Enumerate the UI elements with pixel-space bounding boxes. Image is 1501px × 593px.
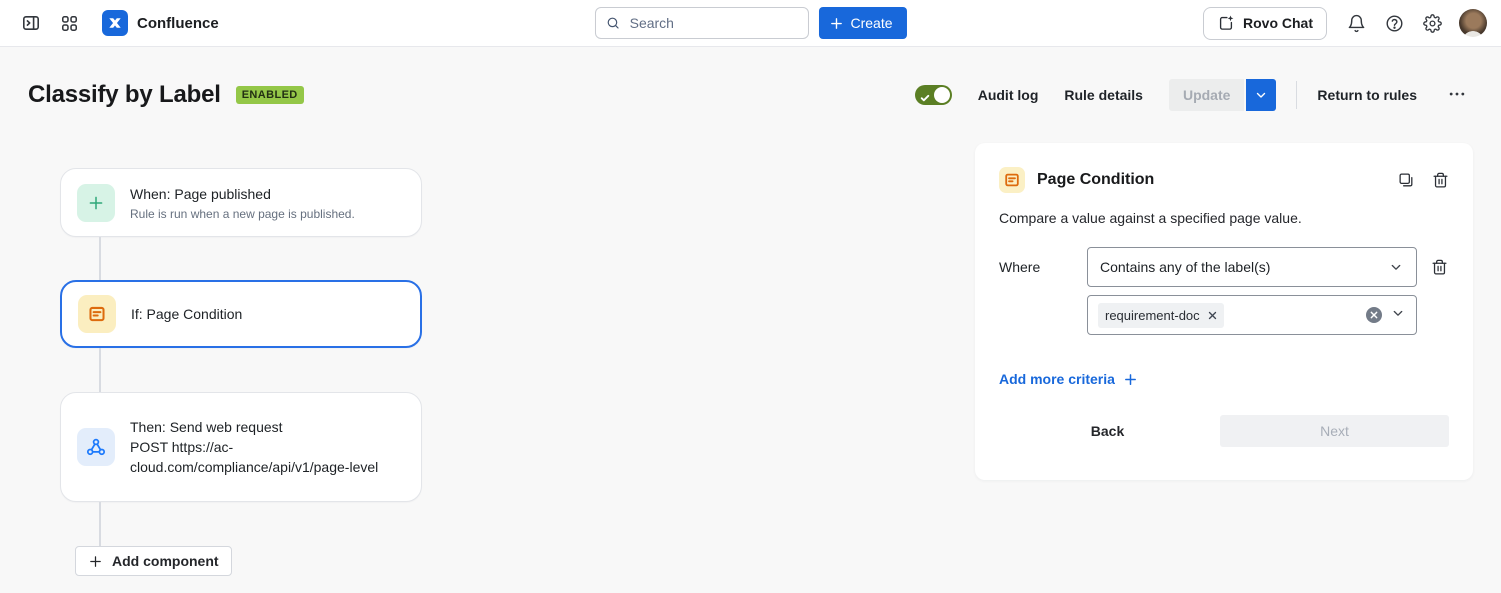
add-component-label: Add component bbox=[112, 553, 219, 569]
update-dropdown-button[interactable] bbox=[1246, 79, 1276, 111]
plus-icon bbox=[828, 16, 843, 31]
help-button[interactable] bbox=[1377, 7, 1411, 39]
next-button[interactable]: Next bbox=[1220, 415, 1449, 447]
create-button[interactable]: Create bbox=[818, 7, 906, 39]
update-button[interactable]: Update bbox=[1169, 79, 1244, 111]
action-description: POST https://ac-cloud.com/compliance/api… bbox=[130, 437, 400, 477]
confluence-logo-icon bbox=[102, 10, 128, 36]
connector-line bbox=[99, 502, 101, 547]
add-more-criteria-label: Add more criteria bbox=[999, 371, 1115, 387]
rovo-chat-button[interactable]: Rovo Chat bbox=[1203, 7, 1327, 40]
return-to-rules-button[interactable]: Return to rules bbox=[1317, 87, 1417, 103]
trigger-title: When: Page published bbox=[130, 184, 355, 204]
confluence-home-link[interactable]: Confluence bbox=[102, 10, 219, 36]
where-label: Where bbox=[999, 247, 1087, 335]
audit-log-button[interactable]: Audit log bbox=[978, 87, 1039, 103]
trash-icon bbox=[1431, 259, 1448, 276]
app-name: Confluence bbox=[137, 15, 219, 32]
label-chip: requirement-doc bbox=[1098, 303, 1224, 328]
clear-icon bbox=[1370, 311, 1378, 319]
search-input[interactable] bbox=[628, 14, 798, 32]
panel-actions bbox=[1398, 172, 1449, 189]
clear-all-button[interactable] bbox=[1366, 307, 1382, 323]
rule-title-group: Classify by Label ENABLED bbox=[28, 81, 304, 109]
rule-details-button[interactable]: Rule details bbox=[1064, 87, 1143, 103]
gear-icon bbox=[1423, 14, 1442, 33]
page-title: Classify by Label bbox=[28, 81, 221, 109]
chevron-down-icon bbox=[1390, 305, 1406, 326]
notifications-button[interactable] bbox=[1339, 7, 1373, 39]
search-box[interactable] bbox=[594, 7, 808, 39]
trigger-card[interactable]: When: Page published Rule is run when a … bbox=[60, 168, 422, 237]
check-icon bbox=[920, 90, 930, 108]
search-icon bbox=[605, 15, 619, 31]
trigger-description: Rule is run when a new page is published… bbox=[130, 207, 355, 222]
rule-header: Classify by Label ENABLED Audit log Rule… bbox=[28, 75, 1471, 115]
delete-criteria-button[interactable] bbox=[1431, 259, 1448, 277]
footer-left: Back bbox=[999, 422, 1216, 441]
app-switcher-button[interactable] bbox=[52, 7, 86, 39]
divider bbox=[1296, 81, 1297, 109]
plus-icon bbox=[1123, 372, 1138, 387]
criteria-fields: Contains any of the label(s) requirement… bbox=[1087, 247, 1417, 335]
profile-avatar[interactable] bbox=[1459, 9, 1487, 37]
more-options-button[interactable] bbox=[1443, 82, 1471, 109]
topbar-right: Rovo Chat bbox=[1203, 7, 1487, 40]
chevron-down-icon bbox=[1388, 259, 1404, 275]
condition-type-value: Contains any of the label(s) bbox=[1100, 259, 1270, 275]
settings-button[interactable] bbox=[1415, 7, 1449, 39]
connector-line bbox=[99, 348, 101, 392]
status-badge: ENABLED bbox=[236, 86, 304, 104]
page-condition-icon bbox=[999, 167, 1025, 193]
app-grid-icon bbox=[60, 14, 79, 33]
condition-type-select[interactable]: Contains any of the label(s) bbox=[1087, 247, 1417, 287]
add-more-criteria-button[interactable]: Add more criteria bbox=[999, 371, 1138, 387]
label-chip-text: requirement-doc bbox=[1105, 308, 1200, 323]
labels-multiselect[interactable]: requirement-doc bbox=[1087, 295, 1417, 335]
trigger-plus-icon bbox=[77, 184, 115, 222]
criteria-row: Where Contains any of the label(s) requi… bbox=[999, 247, 1449, 335]
sidebar-toggle-button[interactable] bbox=[14, 7, 48, 39]
automation-rule-editor: Confluence Create bbox=[0, 0, 1501, 593]
add-component-button[interactable]: Add component bbox=[75, 546, 232, 576]
panel-header: Page Condition bbox=[999, 167, 1449, 193]
connector-line bbox=[99, 237, 101, 280]
trash-icon bbox=[1432, 172, 1449, 189]
panel-footer: Back Next bbox=[999, 415, 1449, 447]
action-title: Then: Send web request bbox=[130, 417, 400, 437]
rovo-chat-icon bbox=[1217, 14, 1235, 32]
ellipsis-icon bbox=[1447, 84, 1467, 104]
bell-icon bbox=[1347, 14, 1366, 33]
panel-title: Page Condition bbox=[1037, 171, 1154, 189]
toggle-knob bbox=[934, 87, 950, 103]
condition-card[interactable]: If: Page Condition bbox=[60, 280, 422, 348]
action-card[interactable]: Then: Send web request POST https://ac-c… bbox=[60, 392, 422, 502]
delete-component-button[interactable] bbox=[1432, 172, 1449, 189]
create-button-label: Create bbox=[850, 15, 892, 31]
rovo-chat-label: Rovo Chat bbox=[1243, 15, 1313, 31]
copy-icon bbox=[1398, 172, 1415, 189]
plus-icon bbox=[88, 554, 103, 569]
sidebar-toggle-icon bbox=[21, 13, 41, 33]
rule-enabled-toggle[interactable] bbox=[915, 85, 952, 105]
rule-actions: Audit log Rule details Update Return to … bbox=[915, 79, 1471, 111]
help-icon bbox=[1385, 14, 1404, 33]
update-split-button: Update bbox=[1169, 79, 1276, 111]
webhook-icon bbox=[77, 428, 115, 466]
condition-title: If: Page Condition bbox=[131, 304, 242, 324]
duplicate-component-button[interactable] bbox=[1398, 172, 1415, 189]
topbar-left: Confluence bbox=[14, 7, 219, 39]
page-condition-icon bbox=[78, 295, 116, 333]
page-condition-panel: Page Condition Compare a value bbox=[975, 143, 1473, 480]
top-navigation-bar: Confluence Create bbox=[0, 0, 1501, 47]
back-button[interactable]: Back bbox=[1085, 422, 1130, 440]
topbar-center: Create bbox=[594, 7, 906, 39]
panel-description: Compare a value against a specified page… bbox=[999, 210, 1449, 226]
remove-chip-icon[interactable] bbox=[1208, 311, 1217, 320]
chevron-down-icon bbox=[1254, 88, 1268, 102]
